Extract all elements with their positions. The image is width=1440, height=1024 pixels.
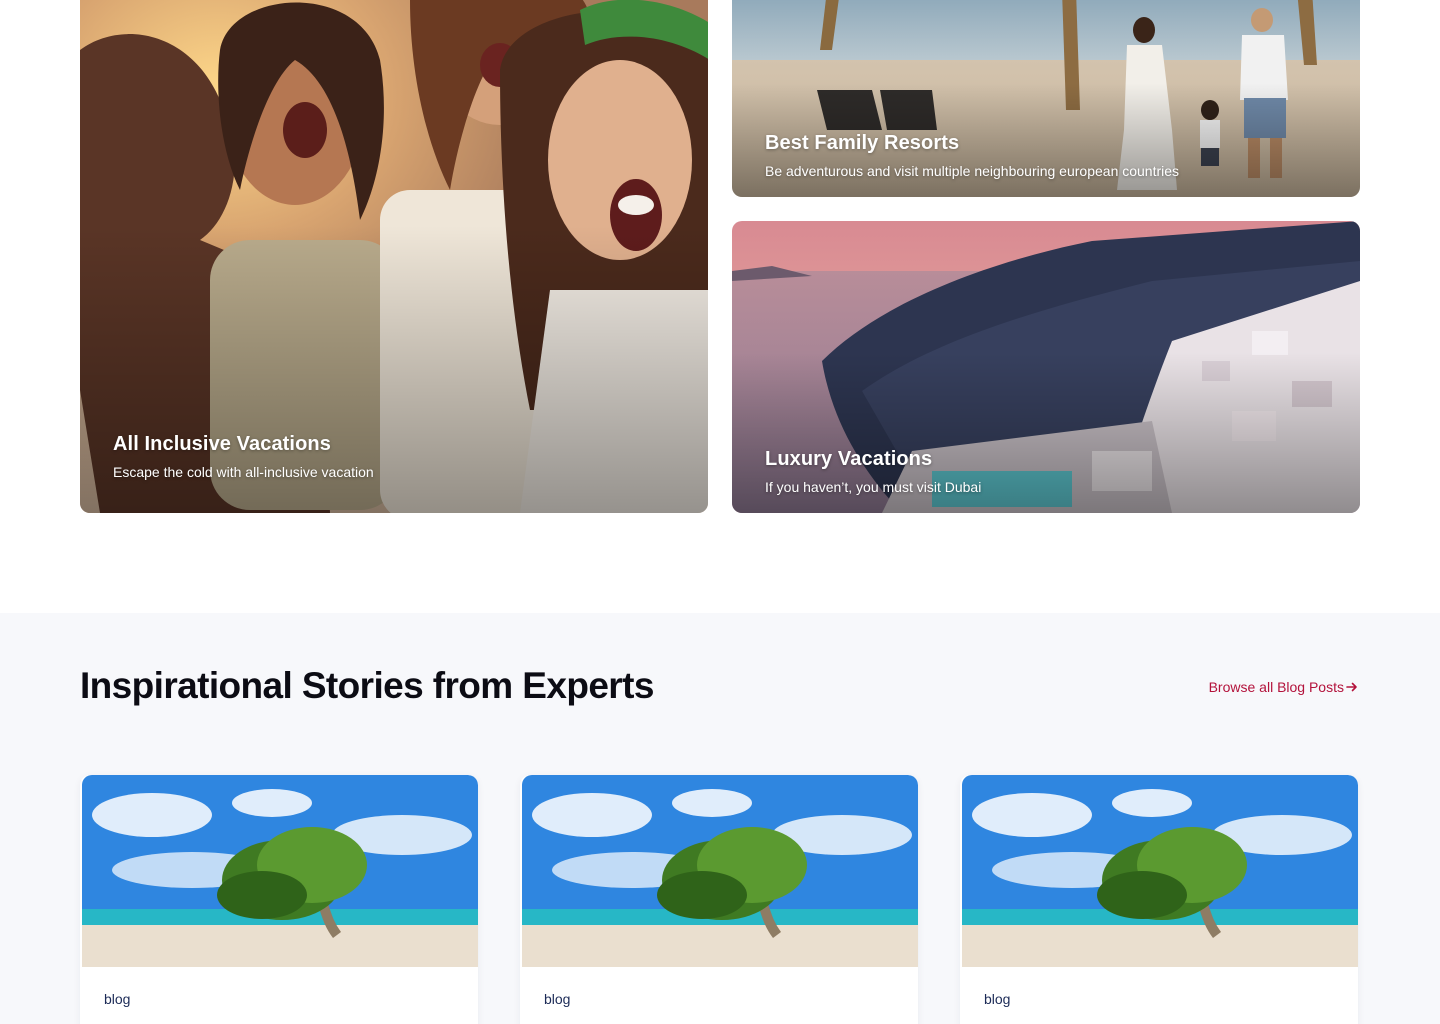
vacation-card-title: All Inclusive Vacations xyxy=(113,433,331,455)
vacation-card-title: Best Family Resorts xyxy=(765,132,960,154)
vacation-card-all-inclusive[interactable]: All Inclusive Vacations Escape the cold … xyxy=(80,0,708,513)
blog-thumbnail-image xyxy=(522,775,918,967)
vacation-card-title: Luxury Vacations xyxy=(765,448,933,470)
blog-thumbnail-image xyxy=(962,775,1358,967)
vacation-card-subtitle: Escape the cold with all-inclusive vacat… xyxy=(113,464,374,480)
vacation-card-luxury[interactable]: Luxury Vacations If you haven’t, you mus… xyxy=(732,221,1360,513)
vacation-card-caption: Luxury Vacations If you haven’t, you mus… xyxy=(765,448,981,495)
stories-section: Inspirational Stories from Experts Brows… xyxy=(0,613,1440,1024)
blog-tag: blog xyxy=(984,991,1011,1007)
blog-card[interactable]: blog xyxy=(960,775,1358,1024)
blog-thumbnail-image xyxy=(82,775,478,967)
blog-tag: blog xyxy=(544,991,571,1007)
blog-tag: blog xyxy=(104,991,131,1007)
blog-card[interactable]: blog xyxy=(520,775,918,1024)
stories-heading: Inspirational Stories from Experts xyxy=(80,665,654,706)
vacation-card-caption: Best Family Resorts Be adventurous and v… xyxy=(765,132,1179,179)
vacation-card-subtitle: If you haven’t, you must visit Dubai xyxy=(765,479,982,495)
browse-blog-label: Browse all Blog Posts xyxy=(1208,679,1344,695)
blog-card[interactable]: blog xyxy=(80,775,478,1024)
page: All Inclusive Vacations Escape the cold … xyxy=(0,0,1440,1024)
arrow-right-icon xyxy=(1346,682,1357,692)
vacation-card-family-resorts[interactable]: Best Family Resorts Be adventurous and v… xyxy=(732,0,1360,197)
vacation-card-caption: All Inclusive Vacations Escape the cold … xyxy=(113,433,374,480)
browse-blog-link[interactable]: Browse all Blog Posts xyxy=(1209,679,1358,695)
vacation-card-subtitle: Be adventurous and visit multiple neighb… xyxy=(765,163,1180,179)
